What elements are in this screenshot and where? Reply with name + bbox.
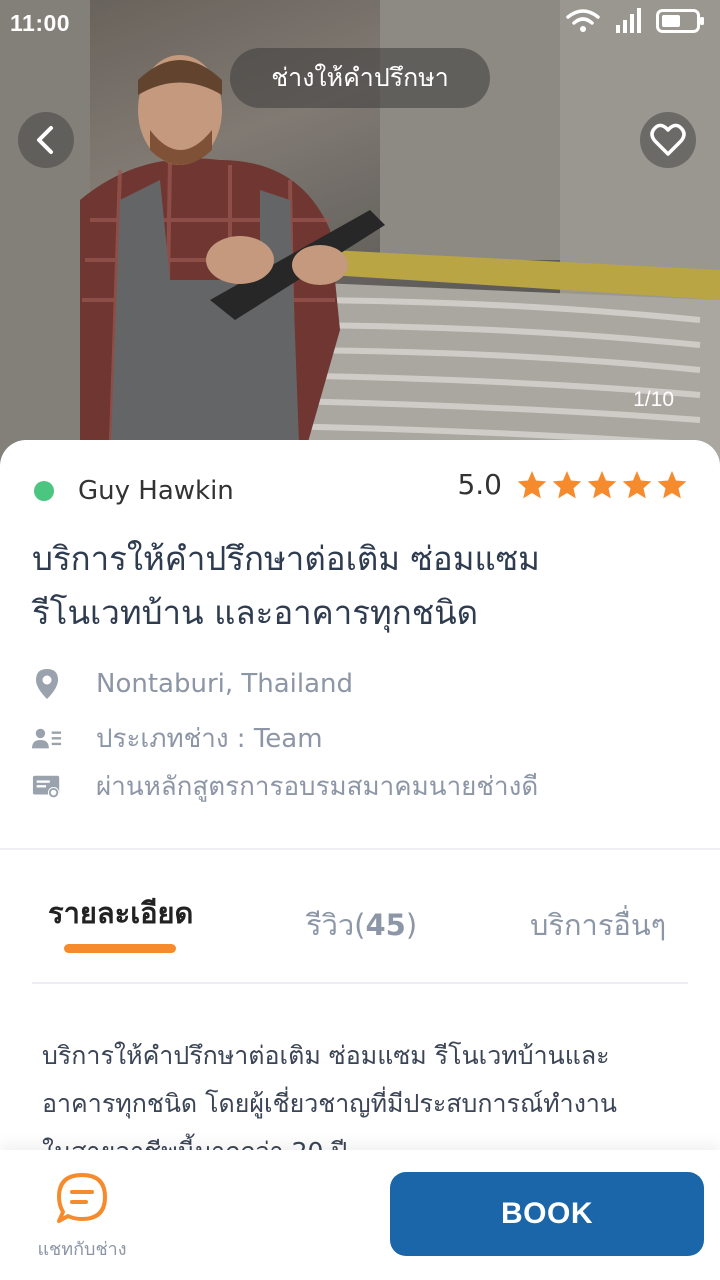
review-count: 45	[365, 908, 406, 942]
service-info-card: Guy Hawkin 5.0 บริการให้คำปรึกษาต่อเติม …	[0, 440, 720, 848]
tab-review-label: รีวิว(	[306, 908, 366, 942]
tab-detail[interactable]: รายละเอียด	[48, 890, 193, 936]
signal-icon	[616, 8, 641, 33]
service-title: บริการให้คำปรึกษาต่อเติม ซ่อมแซม รีโนเวท…	[32, 532, 692, 640]
certification-row: ผ่านหลักสูตรการอบรมสมาคมนายช่างดี	[32, 766, 538, 807]
technician-type-row: ประเภทช่าง : Team	[32, 718, 323, 759]
chat-label: แชทกับช่าง	[37, 1239, 127, 1260]
status-time: 11:00	[10, 10, 71, 36]
contact-list-icon	[32, 728, 62, 748]
service-title-line: บริการให้คำปรึกษาต่อเติม ซ่อมแซม	[32, 539, 540, 578]
tab-review-close: )	[405, 908, 418, 942]
chat-with-technician-button[interactable]: แชทกับช่าง	[34, 1172, 130, 1263]
tab-bar-divider	[32, 982, 688, 984]
book-button[interactable]: BOOK	[390, 1172, 704, 1256]
location-row: Nontaburi, Thailand	[32, 668, 353, 700]
technician-row[interactable]: Guy Hawkin	[34, 476, 234, 506]
tab-bar: รายละเอียด รีวิว(45) บริการอื่นๆ	[0, 880, 720, 980]
star-icon	[517, 470, 547, 498]
online-status-dot	[34, 481, 54, 501]
rating-stars	[516, 469, 688, 501]
star-icon	[657, 470, 687, 498]
chat-bubble-icon	[57, 1173, 107, 1223]
technician-type-text: ประเภทช่าง : Team	[96, 724, 323, 754]
location-text: Nontaburi, Thailand	[96, 669, 354, 699]
back-button[interactable]	[18, 112, 74, 168]
tab-review[interactable]: รีวิว(45)	[306, 902, 417, 948]
wifi-icon	[566, 9, 600, 32]
tab-other-services[interactable]: บริการอื่นๆ	[530, 902, 666, 948]
star-icon	[587, 470, 617, 498]
service-title-line: รีโนเวทบ้าน และอาคารทุกชนิด	[32, 593, 479, 632]
description-line: อาคารทุกชนิด โดยผู้เชี่ยวชาญที่มีประสบกา…	[42, 1089, 618, 1118]
hero-image-carousel[interactable]: 11:00 ช่างให้คำปรึกษา 1/10	[0, 0, 720, 470]
rating-value: 5.0	[457, 468, 502, 501]
chevron-left-icon	[37, 126, 53, 154]
location-pin-icon	[36, 669, 58, 699]
bottom-action-bar: แชทกับช่าง BOOK	[0, 1150, 720, 1280]
heart-icon	[650, 123, 686, 156]
rating: 5.0	[457, 468, 688, 501]
technician-name: Guy Hawkin	[78, 476, 234, 506]
certification-text: ผ่านหลักสูตรการอบรมสมาคมนายช่างดี	[96, 772, 539, 802]
star-icon	[622, 470, 652, 498]
image-counter: 1/10	[633, 388, 674, 411]
certificate-icon	[32, 775, 60, 798]
favorite-button[interactable]	[640, 112, 696, 168]
active-tab-indicator	[64, 944, 176, 953]
status-bar: 11:00	[0, 0, 720, 48]
hero-category-label: ช่างให้คำปรึกษา	[230, 48, 490, 108]
star-icon	[552, 470, 582, 498]
description-line: บริการให้คำปรึกษาต่อเติม ซ่อมแซม รีโนเวท…	[42, 1041, 610, 1070]
section-divider	[0, 848, 720, 850]
battery-icon	[656, 9, 704, 33]
